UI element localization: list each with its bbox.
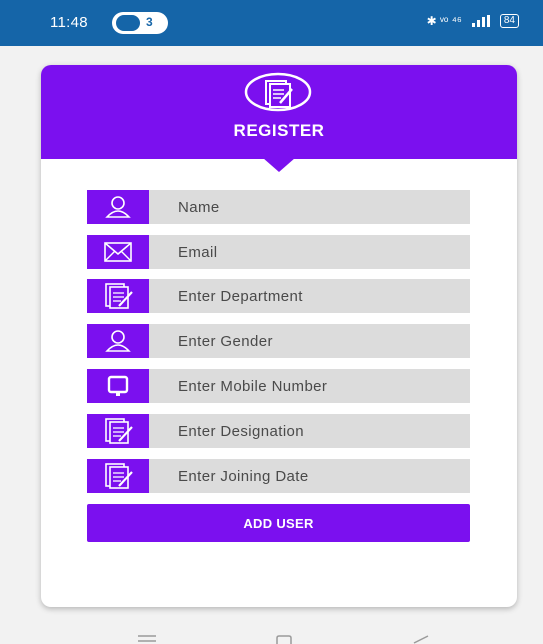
page-title: REGISTER	[233, 121, 325, 140]
status-indicators: ✱ ᵛᵒ ⁴⁶ 84	[427, 14, 519, 28]
back-icon[interactable]	[413, 635, 429, 644]
menu-icon[interactable]	[138, 635, 156, 644]
joining-date-input[interactable]	[149, 459, 470, 493]
email-field-row	[87, 235, 470, 269]
notification-pill[interactable]: 3	[112, 12, 168, 34]
department-field-row	[87, 279, 470, 313]
status-time: 11:48	[50, 14, 88, 31]
person-icon	[87, 190, 149, 224]
tablet-icon	[87, 369, 149, 403]
edit-document-icon	[87, 279, 149, 313]
bluetooth-signal-icons: ✱ ᵛᵒ ⁴⁶	[426, 14, 462, 28]
nav-bar	[0, 622, 543, 644]
header-pointer	[263, 158, 295, 172]
department-input[interactable]	[149, 279, 470, 313]
gender-input[interactable]	[149, 324, 470, 358]
name-field-row	[87, 190, 470, 224]
mobile-number-input[interactable]	[149, 369, 470, 403]
joining-date-field-row	[87, 459, 470, 493]
mobile-field-row	[87, 369, 470, 403]
status-bar: 11:48 3 ✱ ᵛᵒ ⁴⁶ 84	[0, 0, 543, 46]
edit-document-icon	[87, 459, 149, 493]
add-user-button[interactable]: ADD USER	[87, 504, 470, 542]
person-icon	[87, 324, 149, 358]
register-card: REGISTER Name Email Enter Department Ent…	[41, 65, 517, 607]
edit-document-icon	[87, 414, 149, 448]
card-header: REGISTER	[41, 65, 517, 159]
home-icon[interactable]	[276, 635, 292, 644]
notification-app-icon	[116, 15, 140, 31]
name-input[interactable]	[149, 190, 470, 224]
edit-document-icon	[244, 72, 312, 112]
designation-input[interactable]	[149, 414, 470, 448]
battery-indicator: 84	[499, 14, 519, 28]
envelope-icon	[87, 235, 149, 269]
designation-field-row	[87, 414, 470, 448]
signal-icon	[471, 15, 490, 27]
gender-field-row	[87, 324, 470, 358]
email-input[interactable]	[149, 235, 470, 269]
notification-count: 3	[146, 15, 153, 29]
